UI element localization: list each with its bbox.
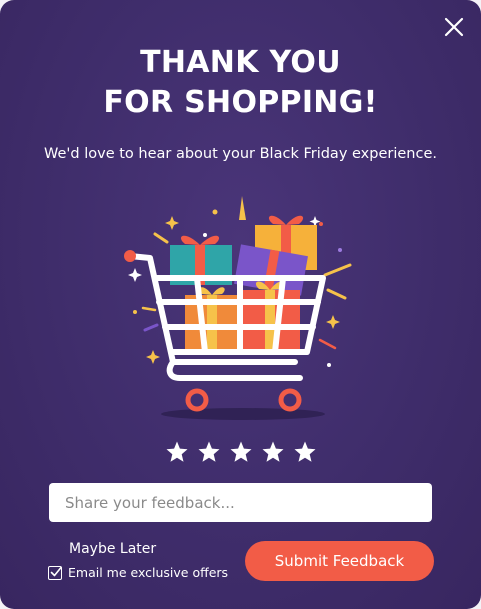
- star-icon[interactable]: [229, 440, 253, 464]
- feedback-input[interactable]: [49, 483, 432, 522]
- modal-title: THANK YOU FOR SHOPPING!: [0, 43, 481, 123]
- email-opt-in[interactable]: Email me exclusive offers: [48, 565, 228, 580]
- close-icon: [444, 17, 464, 37]
- email-opt-in-label: Email me exclusive offers: [68, 565, 229, 580]
- title-line-2: FOR SHOPPING!: [103, 85, 378, 120]
- thank-you-modal: THANK YOU FOR SHOPPING! We'd love to hea…: [0, 0, 481, 609]
- close-button[interactable]: [441, 14, 467, 40]
- email-opt-in-checkbox[interactable]: [48, 565, 62, 580]
- checkmark-icon: [50, 566, 62, 576]
- shopping-cart-gifts-icon: [124, 196, 352, 420]
- submit-feedback-button[interactable]: Submit Feedback: [245, 541, 434, 581]
- star-icon[interactable]: [293, 440, 317, 464]
- star-rating: [0, 440, 481, 464]
- maybe-later-link[interactable]: Maybe Later: [69, 541, 156, 557]
- star-icon[interactable]: [261, 440, 285, 464]
- modal-subtitle: We'd love to hear about your Black Frida…: [44, 146, 437, 162]
- title-line-1: THANK YOU: [140, 45, 341, 80]
- star-icon[interactable]: [197, 440, 221, 464]
- star-icon[interactable]: [165, 440, 189, 464]
